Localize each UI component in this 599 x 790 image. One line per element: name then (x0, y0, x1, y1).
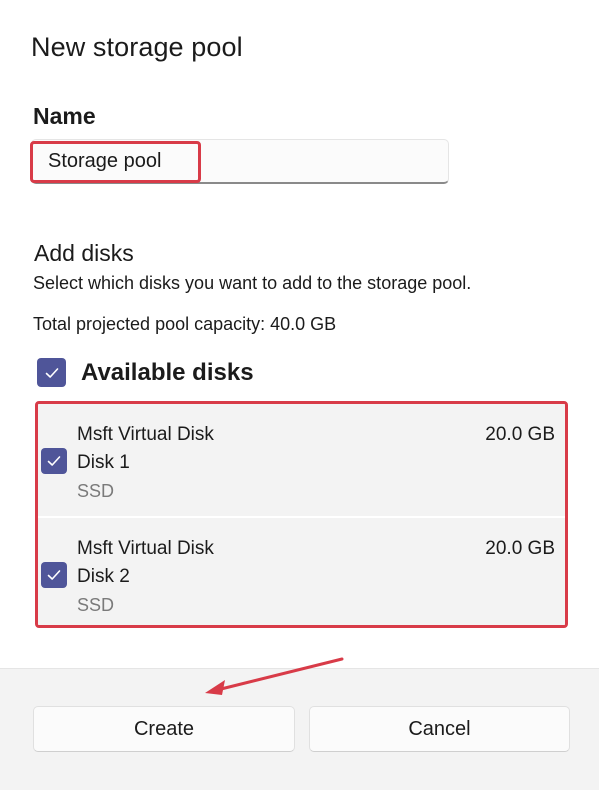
disk-row-1[interactable]: Msft Virtual Disk Disk 1 SSD 20.0 GB (38, 404, 565, 518)
new-storage-pool-dialog: New storage pool Name Add disks Select w… (0, 0, 599, 790)
disk-2-size: 20.0 GB (485, 538, 555, 559)
name-input[interactable] (48, 150, 428, 173)
available-disks-label: Available disks (81, 359, 254, 386)
disk-1-size: 20.0 GB (485, 424, 555, 445)
disk-1-id: Disk 1 (77, 452, 130, 473)
checkmark-icon (47, 570, 61, 580)
checkmark-icon (47, 456, 61, 466)
disk-1-checkbox[interactable] (41, 448, 67, 474)
disk-1-name: Msft Virtual Disk (77, 424, 214, 445)
name-label: Name (33, 103, 96, 129)
projected-capacity: Total projected pool capacity: 40.0 GB (33, 314, 337, 334)
name-field[interactable] (31, 139, 449, 184)
cancel-button[interactable]: Cancel (309, 706, 570, 752)
add-disks-description: Select which disks you want to add to th… (33, 273, 472, 293)
disk-row-2[interactable]: Msft Virtual Disk Disk 2 SSD 20.0 GB (38, 518, 565, 625)
disk-2-id: Disk 2 (77, 566, 130, 587)
dialog-title: New storage pool (31, 32, 243, 62)
add-disks-title: Add disks (34, 240, 134, 266)
available-disks-checkbox[interactable] (37, 358, 66, 387)
disk-2-type: SSD (77, 595, 115, 615)
checkmark-icon (45, 367, 58, 378)
disk-2-name: Msft Virtual Disk (77, 538, 214, 559)
disk-list: Msft Virtual Disk Disk 1 SSD 20.0 GB Msf… (35, 401, 568, 628)
create-button[interactable]: Create (33, 706, 295, 752)
disk-1-type: SSD (77, 481, 115, 501)
disk-2-checkbox[interactable] (41, 562, 67, 588)
